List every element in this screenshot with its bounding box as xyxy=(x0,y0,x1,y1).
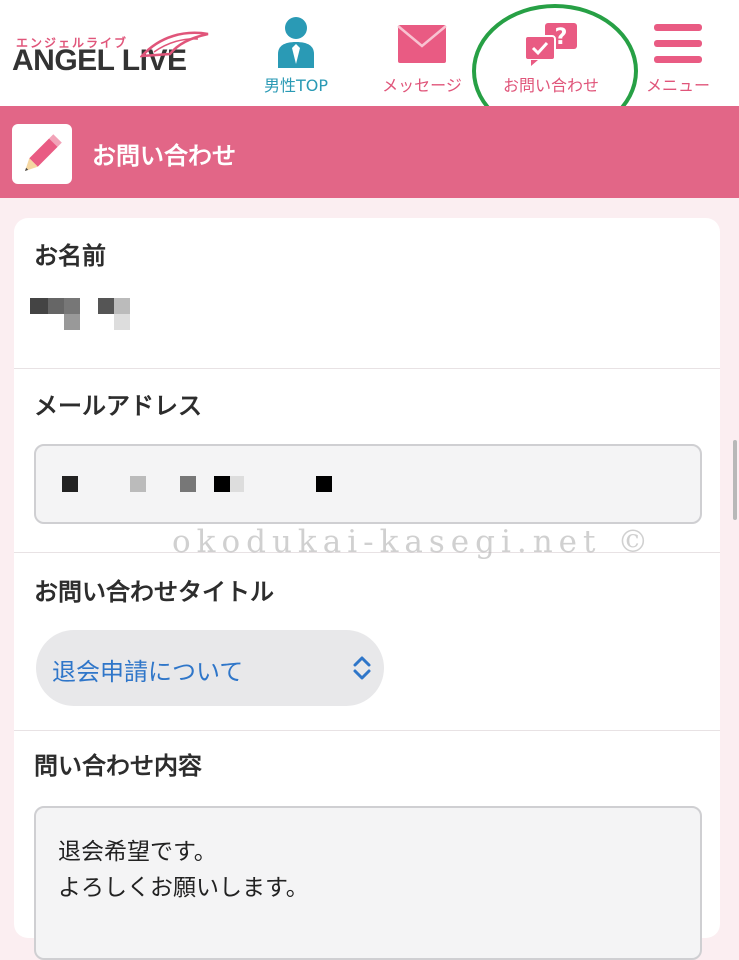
watermark-text: okodukai-kasegi.net © xyxy=(172,524,655,560)
nav-label-messages: メッセージ xyxy=(382,76,462,95)
content-textarea-value: 退会希望です。 よろしくお願いします。 xyxy=(58,839,309,901)
nav-messages[interactable]: メッセージ xyxy=(374,14,470,100)
nav-label-male-top: 男性TOP xyxy=(263,76,329,95)
subject-label: お問い合わせタイトル xyxy=(34,578,274,606)
wing-icon xyxy=(140,31,209,58)
divider xyxy=(14,368,720,369)
nav-menu[interactable]: メニュー xyxy=(640,14,716,100)
content-label: 問い合わせ内容 xyxy=(34,752,202,780)
mail-icon xyxy=(397,25,447,63)
top-header: エンジェルライブ ANGEL LIVE 男性TOP メッセージ ? お問い合わせ xyxy=(0,0,739,138)
scrollbar[interactable] xyxy=(733,440,737,520)
hamburger-menu-icon xyxy=(654,24,702,63)
nav-label-menu: メニュー xyxy=(645,76,710,95)
page-title-bar: お問い合わせ xyxy=(0,106,739,198)
male-user-icon xyxy=(278,17,314,68)
pencil-icon-box xyxy=(12,124,72,184)
divider xyxy=(14,730,720,731)
email-field[interactable] xyxy=(34,444,702,524)
angel-live-logo[interactable]: エンジェルライブ ANGEL LIVE xyxy=(12,30,212,80)
inquiry-form-card: お名前 メールアドレス お問い合わせタイトル 退会申請について 問い合わせ内容 … xyxy=(14,218,720,960)
subject-select-value: 退会申請について xyxy=(52,658,244,686)
nav-male-top[interactable]: 男性TOP xyxy=(252,14,340,100)
email-label: メールアドレス xyxy=(34,392,202,420)
content-textarea[interactable]: 退会希望です。 よろしくお願いします。 xyxy=(34,806,702,960)
chevron-updown-icon xyxy=(353,656,371,680)
subject-select[interactable]: 退会申請について xyxy=(36,630,384,706)
pencil-icon xyxy=(25,134,62,171)
name-label: お名前 xyxy=(34,242,106,270)
page-title: お問い合わせ xyxy=(92,142,236,170)
